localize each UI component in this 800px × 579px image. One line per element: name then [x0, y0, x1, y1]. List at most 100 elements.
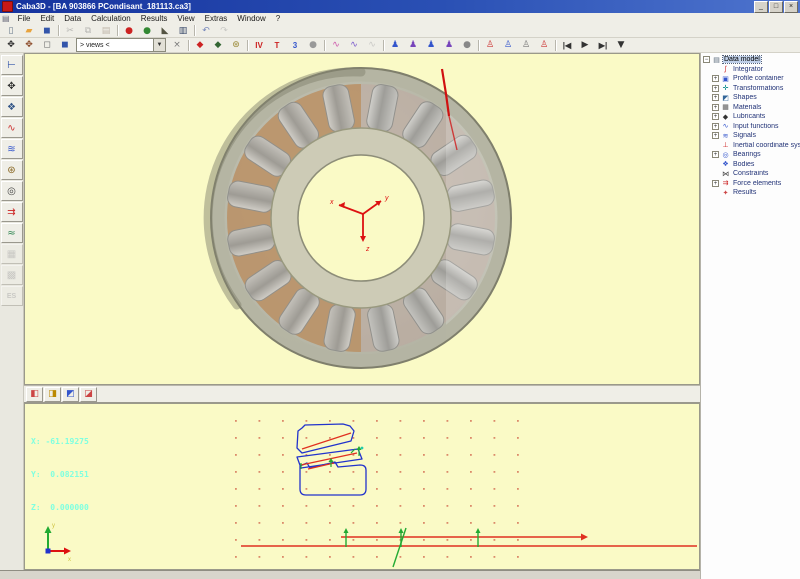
tree-item-constraints[interactable]: ⋈Constraints: [701, 169, 800, 179]
chart-gray-button[interactable]: ∿: [363, 38, 381, 53]
last-step-button[interactable]: ▶|: [594, 38, 612, 53]
tree-item-bearings[interactable]: +◎Bearings: [701, 150, 800, 160]
results-table-button[interactable]: ▥: [174, 23, 192, 38]
body-view-5-button[interactable]: ♙: [481, 38, 499, 53]
body-view-1-button[interactable]: ♟: [386, 38, 404, 53]
zoom-out-button[interactable]: ◩: [62, 387, 79, 402]
save-file-button[interactable]: ◼: [38, 23, 56, 38]
2d-profile-viewport[interactable]: X: -61.19275 Y: 0.082151 Z: 0.000000: [24, 403, 700, 570]
menu-window[interactable]: Window: [232, 14, 270, 23]
chart-pink-button[interactable]: ∿: [327, 38, 345, 53]
zoom-window-button[interactable]: ◻: [38, 38, 56, 53]
first-step-button[interactable]: |◀: [558, 38, 576, 53]
tree-item-label: Signals: [732, 132, 757, 139]
redo-button[interactable]: ↷: [215, 23, 233, 38]
maximize-button[interactable]: □: [769, 1, 783, 13]
chart-tool-button[interactable]: ∿: [1, 118, 23, 138]
menu-file[interactable]: File: [13, 14, 36, 23]
menu-results[interactable]: Results: [136, 14, 173, 23]
new-file-button[interactable]: ▯: [2, 23, 20, 38]
play-button[interactable]: ▶: [576, 38, 594, 53]
rotate-view-button[interactable]: ✥: [2, 38, 20, 53]
tree-item-label: Transformations: [732, 85, 784, 92]
tree-item-inertial-coordinate-system[interactable]: ⊥Inertial coordinate system: [701, 141, 800, 151]
collapse-box-icon[interactable]: −: [703, 56, 710, 63]
tree-item-integrator[interactable]: ∫Integrator: [701, 65, 800, 75]
calc-stop-button[interactable]: ●: [120, 23, 138, 38]
expand-box-icon[interactable]: +: [712, 151, 719, 158]
body-view-4-button[interactable]: ♟: [440, 38, 458, 53]
copy-button[interactable]: ⧉: [79, 23, 97, 38]
body-view-3-button[interactable]: ♟: [422, 38, 440, 53]
show-forces-button[interactable]: ◆: [191, 38, 209, 53]
bearing-tool-button[interactable]: ◎: [1, 181, 23, 201]
tree-item-shapes[interactable]: +◩Shapes: [701, 93, 800, 103]
zoom-in-button[interactable]: ◨: [44, 387, 61, 402]
reset-view-button[interactable]: ◪: [80, 387, 97, 402]
expand-box-icon[interactable]: +: [712, 94, 719, 101]
tree-item-data-model[interactable]: −▤Data model: [701, 55, 800, 65]
expand-box-icon[interactable]: +: [712, 85, 719, 92]
view-selector-combo[interactable]: > views < ▼: [76, 38, 166, 52]
3d-viewport[interactable]: x y z: [24, 53, 700, 385]
expand-box-icon[interactable]: +: [712, 132, 719, 139]
tree-item-materials[interactable]: +▦Materials: [701, 103, 800, 113]
body-view-8-button[interactable]: ♙: [535, 38, 553, 53]
force-tool-button[interactable]: ⇉: [1, 202, 23, 222]
body-view-2-button[interactable]: ♟: [404, 38, 422, 53]
tree-item-input-functions[interactable]: +∿Input functions: [701, 122, 800, 132]
expand-box-icon[interactable]: +: [712, 104, 719, 111]
show-cage-button[interactable]: ⊛: [227, 38, 245, 53]
menu-extras[interactable]: Extras: [200, 14, 233, 23]
tree-item-transformations[interactable]: +✛Transformations: [701, 84, 800, 94]
gear-tool-button[interactable]: ⊛: [1, 160, 23, 180]
chevron-down-icon[interactable]: ▼: [153, 39, 165, 51]
body-view-7-button[interactable]: ♙: [517, 38, 535, 53]
tree-item-force-elements[interactable]: +⇉Force elements: [701, 179, 800, 189]
show-iv-button[interactable]: IV: [250, 38, 268, 53]
plot-button[interactable]: ◣: [156, 23, 174, 38]
menu--[interactable]: ?: [271, 14, 285, 23]
expand-box-icon[interactable]: +: [712, 123, 719, 130]
expand-box-icon[interactable]: +: [712, 113, 719, 120]
chart-purple-button[interactable]: ∿: [345, 38, 363, 53]
show-t-button[interactable]: T: [268, 38, 286, 53]
curve-tool-button[interactable]: ≈: [1, 223, 23, 243]
shape-tool-button[interactable]: ❖: [1, 97, 23, 117]
show-contacts-button[interactable]: ◆: [209, 38, 227, 53]
pan-view-button[interactable]: ✥: [20, 38, 38, 53]
step-down-button[interactable]: ▼: [612, 38, 630, 53]
tree-item-results[interactable]: ✦Results: [701, 188, 800, 198]
mesh-tool-button[interactable]: ▩: [1, 265, 23, 285]
show-sphere-button[interactable]: ●: [304, 38, 322, 53]
open-file-button[interactable]: ▰: [20, 23, 38, 38]
tree-item-lubricants[interactable]: +◆Lubricants: [701, 112, 800, 122]
transform-tool-button[interactable]: ✥: [1, 76, 23, 96]
undo-button[interactable]: ↶: [197, 23, 215, 38]
paste-button[interactable]: ▤: [97, 23, 115, 38]
tree-item-profile-container[interactable]: +▣Profile container: [701, 74, 800, 84]
menu-data[interactable]: Data: [59, 14, 86, 23]
tree-item-signals[interactable]: +≋Signals: [701, 131, 800, 141]
minimize-button[interactable]: _: [754, 1, 768, 13]
menu-view[interactable]: View: [172, 14, 199, 23]
menu-calculation[interactable]: Calculation: [86, 14, 136, 23]
calc-run-button[interactable]: ●: [138, 23, 156, 38]
es-tool-button[interactable]: ES: [1, 286, 23, 306]
close-button[interactable]: ×: [784, 1, 798, 13]
measure-tool-button[interactable]: ⊢: [1, 55, 23, 75]
sphere-view-button[interactable]: ●: [458, 38, 476, 53]
expand-box-icon[interactable]: +: [712, 75, 719, 82]
show-3-button[interactable]: 3: [286, 38, 304, 53]
signal-tool-button[interactable]: ≋: [1, 139, 23, 159]
expand-box-icon[interactable]: +: [712, 180, 719, 187]
menu-edit[interactable]: Edit: [35, 14, 59, 23]
tree-item-bodies[interactable]: ❖Bodies: [701, 160, 800, 170]
bearing-3d-render: x y z: [25, 54, 699, 384]
delete-view-button[interactable]: ×: [168, 38, 186, 53]
solid-tool-button[interactable]: ▦: [1, 244, 23, 264]
body-view-6-button[interactable]: ♙: [499, 38, 517, 53]
fit-view-button[interactable]: ◧: [26, 387, 43, 402]
cut-button[interactable]: ✂: [61, 23, 79, 38]
save-view-button[interactable]: ◼: [56, 38, 74, 53]
